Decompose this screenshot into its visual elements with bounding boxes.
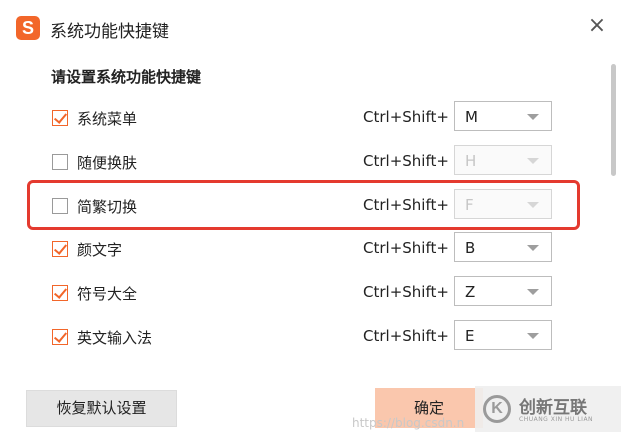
key-value: H <box>465 152 477 170</box>
key-select-simplified-traditional[interactable]: F <box>454 189 552 219</box>
dialog-title: 系统功能快捷键 <box>50 22 169 42</box>
dropdown-arrow-icon <box>527 245 539 251</box>
key-value: Z <box>465 283 476 301</box>
shortcut-label: 符号大全 <box>77 285 138 303</box>
scrollbar-thumb[interactable] <box>611 64 616 176</box>
watermark-logo-icon: K <box>483 395 511 423</box>
modifier-label: Ctrl+Shift+ <box>363 283 449 301</box>
dropdown-arrow-icon <box>527 333 539 339</box>
checkbox-random-skin[interactable] <box>52 154 68 170</box>
watermark-logo-subtext: CHUANG XIN HU LIAN <box>519 416 594 423</box>
key-select-symbols[interactable]: Z <box>454 276 552 306</box>
modifier-label: Ctrl+Shift+ <box>363 108 449 126</box>
shortcut-label: 系统菜单 <box>77 110 138 128</box>
section-title: 请设置系统功能快捷键 <box>51 68 202 86</box>
key-select-english-input[interactable]: E <box>454 320 552 350</box>
sogou-logo-icon: S <box>16 16 40 40</box>
close-icon[interactable]: × <box>585 14 609 38</box>
modifier-label: Ctrl+Shift+ <box>363 327 449 345</box>
shortcut-row-simplified-traditional: 简繁切换 Ctrl+Shift+ F <box>0 186 600 226</box>
key-select-kaomoji[interactable]: B <box>454 232 552 262</box>
shortcut-label: 英文输入法 <box>77 329 153 347</box>
key-value: F <box>465 196 474 214</box>
modifier-label: Ctrl+Shift+ <box>363 196 449 214</box>
watermark-url: https://blog.csdn.n <box>352 416 465 430</box>
shortcut-row-kaomoji: 颜文字 Ctrl+Shift+ B <box>0 229 600 269</box>
dropdown-arrow-icon <box>527 158 539 164</box>
shortcut-row-random-skin: 随便换肤 Ctrl+Shift+ H <box>0 142 600 182</box>
checkbox-english-input[interactable] <box>52 329 68 345</box>
checkbox-system-menu[interactable] <box>52 110 68 126</box>
shortcut-label: 随便换肤 <box>77 154 138 172</box>
checkbox-symbols[interactable] <box>52 285 68 301</box>
checkbox-kaomoji[interactable] <box>52 241 68 257</box>
modifier-label: Ctrl+Shift+ <box>363 152 449 170</box>
key-select-system-menu[interactable]: M <box>454 101 552 131</box>
key-value: B <box>465 239 476 257</box>
dropdown-arrow-icon <box>527 289 539 295</box>
shortcut-row-system-menu: 系统菜单 Ctrl+Shift+ M <box>0 98 600 138</box>
reset-defaults-button[interactable]: 恢复默认设置 <box>26 390 177 427</box>
watermark-logo: K 创新互联 CHUANG XIN HU LIAN <box>475 386 621 432</box>
modifier-label: Ctrl+Shift+ <box>363 239 449 257</box>
key-value: E <box>465 327 475 345</box>
key-select-random-skin[interactable]: H <box>454 145 552 175</box>
shortcut-label: 颜文字 <box>77 241 123 259</box>
watermark-logo-text: 创新互联 <box>519 398 587 418</box>
key-value: M <box>465 108 478 126</box>
checkbox-simplified-traditional[interactable] <box>52 198 68 214</box>
title-bar: S 系统功能快捷键 × <box>0 0 621 56</box>
dropdown-arrow-icon <box>527 202 539 208</box>
shortcut-label: 简繁切换 <box>77 198 138 216</box>
dropdown-arrow-icon <box>527 114 539 120</box>
shortcut-row-english-input: 英文输入法 Ctrl+Shift+ E <box>0 317 600 357</box>
shortcut-row-symbols: 符号大全 Ctrl+Shift+ Z <box>0 273 600 313</box>
